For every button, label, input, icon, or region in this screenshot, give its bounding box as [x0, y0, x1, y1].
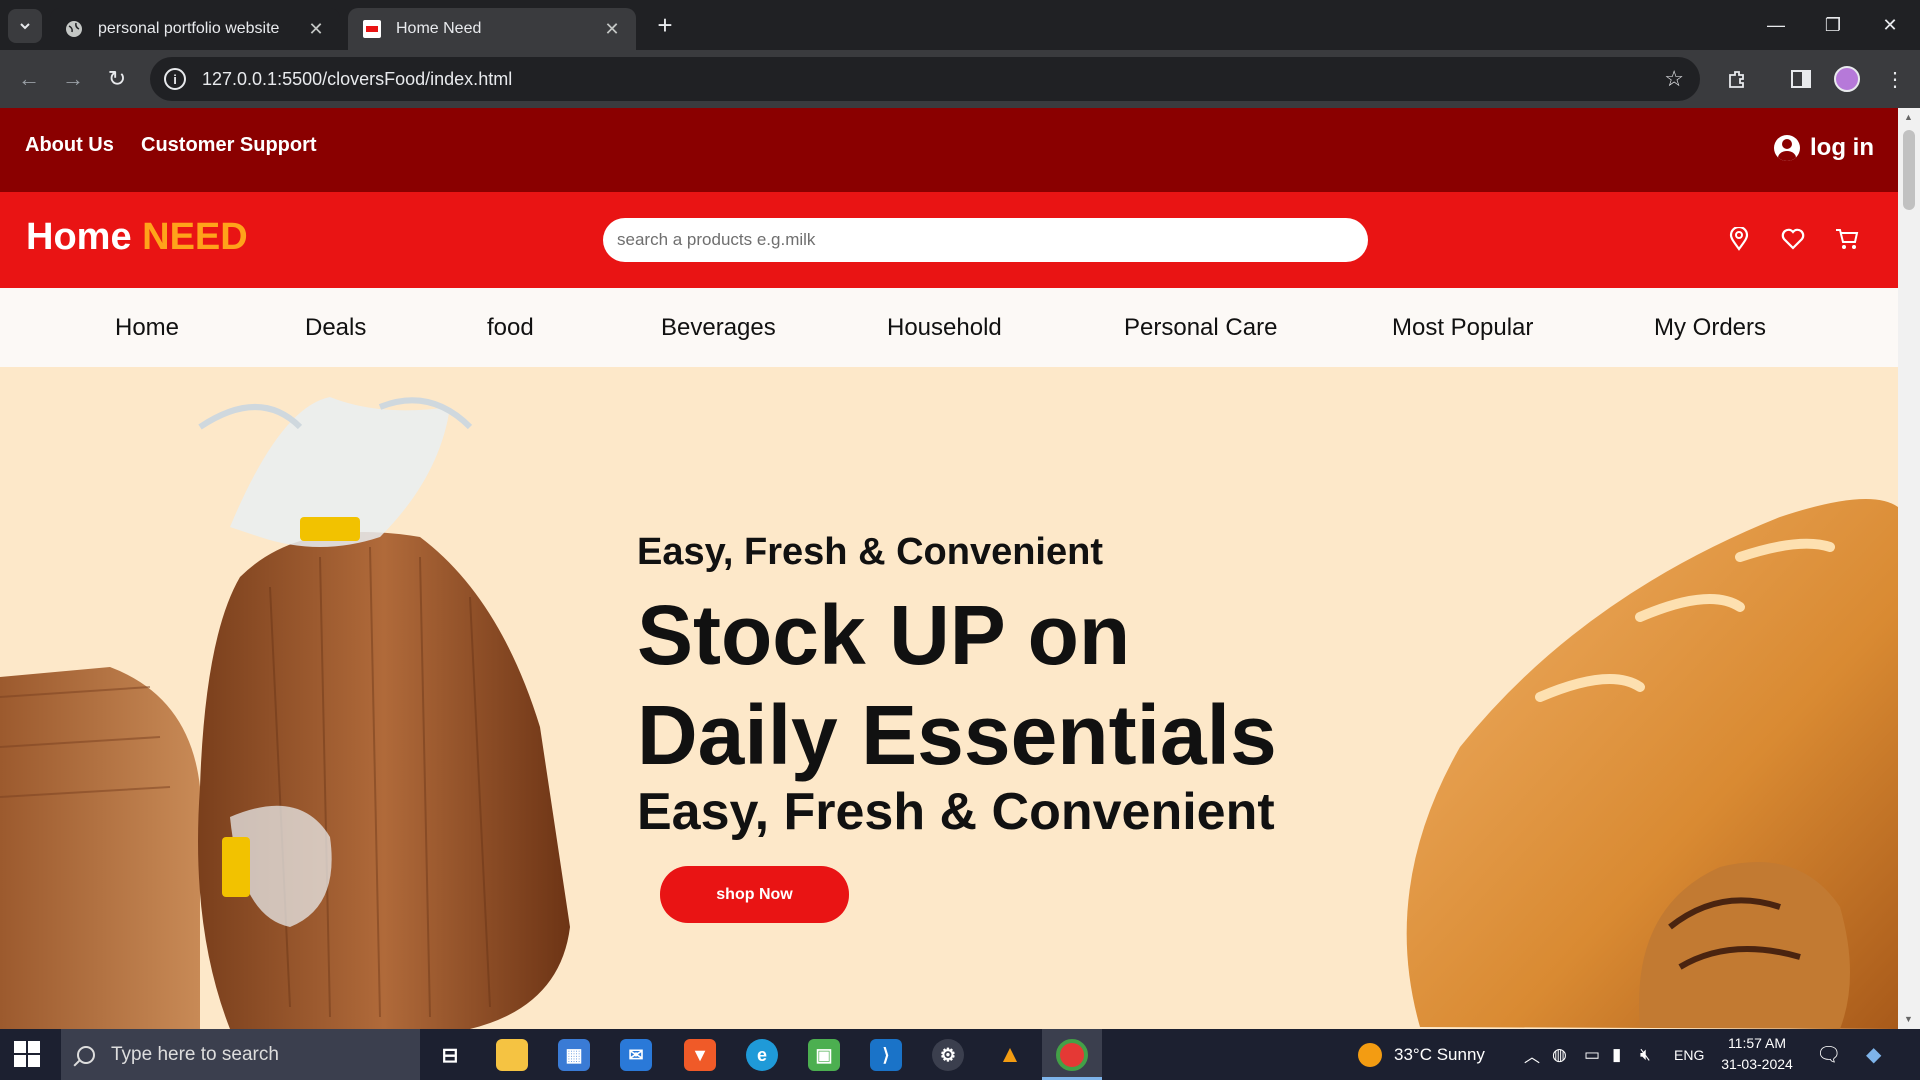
globe-icon — [64, 19, 84, 39]
copilot-icon[interactable]: ◆ — [1866, 1029, 1881, 1080]
extensions-icon[interactable] — [1722, 64, 1752, 94]
customer-support-link[interactable]: Customer Support — [141, 134, 317, 157]
baguette-image — [1406, 499, 1898, 1029]
battery-icon[interactable]: ▮ — [1612, 1029, 1621, 1080]
hero-subline: Easy, Fresh & Convenient — [637, 783, 1275, 841]
category-nav: Home Deals food Beverages Household Pers… — [0, 288, 1898, 367]
mail-icon[interactable]: ✉ — [620, 1039, 652, 1071]
address-bar[interactable]: i 127.0.0.1:5500/cloversFood/index.html … — [150, 57, 1700, 101]
language-indicator[interactable]: ENG — [1674, 1029, 1704, 1080]
tab-title: personal portfolio website — [98, 20, 280, 37]
back-arrow-icon[interactable]: ← — [14, 64, 44, 94]
vlc-icon[interactable]: ▲ — [994, 1039, 1026, 1071]
notifications-icon[interactable]: 🗨︎ — [1816, 1029, 1841, 1080]
search-icon — [77, 1045, 95, 1064]
edge-browser-icon[interactable]: e — [746, 1039, 778, 1071]
reload-icon[interactable]: ↻ — [102, 64, 132, 94]
site-favicon-icon — [362, 19, 382, 39]
hero-tagline: Easy, Fresh & Convenient — [637, 531, 1103, 573]
scrollbar-thumb[interactable] — [1903, 130, 1915, 210]
site-topbar: About Us Customer Support log in — [0, 108, 1898, 192]
window-close-icon[interactable]: ✕ — [1870, 10, 1910, 40]
hero-headline: Stock UP on Daily Essentials — [637, 585, 1277, 785]
login-label: log in — [1810, 134, 1874, 161]
tab-title: Home Need — [396, 20, 482, 37]
nav-item-beverages[interactable]: Beverages — [661, 314, 776, 342]
device-icon[interactable]: ▭ — [1584, 1029, 1600, 1080]
browser-tab-bar: personal portfolio website ✕ Home Need ✕… — [0, 0, 1920, 50]
nav-item-home[interactable]: Home — [115, 314, 179, 342]
tab-search-button[interactable] — [8, 9, 42, 43]
clock-date: 31-03-2024 — [1721, 1056, 1793, 1072]
heart-icon[interactable] — [1780, 226, 1806, 252]
weather-widget[interactable]: 33°C Sunny — [1358, 1029, 1485, 1080]
site-logo[interactable]: Home NEED — [26, 216, 248, 259]
nav-item-household[interactable]: Household — [887, 314, 1002, 342]
web-page: About Us Customer Support log in Home NE… — [0, 108, 1898, 1029]
user-circle-icon — [1774, 135, 1801, 161]
hero-banner: Easy, Fresh & Convenient Stock UP on Dai… — [0, 367, 1898, 1029]
new-tab-button[interactable]: + — [650, 10, 680, 40]
chevron-down-icon — [20, 23, 30, 30]
nav-item-deals[interactable]: Deals — [305, 314, 366, 342]
scroll-down-arrow-icon[interactable]: ▼ — [1904, 1014, 1913, 1024]
about-us-link[interactable]: About Us — [25, 134, 114, 157]
more-menu-icon[interactable]: ⋮ — [1880, 64, 1910, 94]
close-icon[interactable]: ✕ — [602, 19, 622, 40]
logo-home: Home — [26, 216, 132, 258]
close-icon[interactable]: ✕ — [306, 19, 326, 40]
brave-browser-icon[interactable]: ▼ — [684, 1039, 716, 1071]
site-header: Home NEED — [0, 192, 1898, 288]
clock-time: 11:57 AM — [1727, 1035, 1787, 1051]
nav-item-personal-care[interactable]: Personal Care — [1124, 314, 1277, 342]
minimize-icon[interactable]: — — [1756, 10, 1796, 40]
headline-line-1: Stock UP on — [637, 588, 1131, 682]
forward-arrow-icon[interactable]: → — [58, 64, 88, 94]
scroll-up-arrow-icon[interactable]: ▲ — [1904, 112, 1913, 122]
taskbar-search-box[interactable]: Type here to search — [61, 1029, 420, 1080]
chrome-icon[interactable] — [1056, 1039, 1088, 1071]
sun-icon — [1358, 1042, 1382, 1067]
show-hidden-icons-icon[interactable]: ︿ — [1524, 1029, 1540, 1080]
nav-item-food[interactable]: food — [487, 314, 534, 342]
taskbar-search-placeholder: Type here to search — [111, 1043, 279, 1065]
vscode-icon[interactable]: ⟩ — [870, 1039, 902, 1071]
bookmark-star-icon[interactable]: ☆ — [1664, 66, 1684, 92]
site-info-icon[interactable]: i — [164, 68, 186, 90]
windows-start-icon[interactable] — [14, 1041, 40, 1067]
side-panel-icon[interactable] — [1786, 64, 1816, 94]
logo-need: NEED — [142, 216, 248, 258]
nav-item-my-orders[interactable]: My Orders — [1654, 314, 1766, 342]
network-globe-icon[interactable]: ◍ — [1552, 1029, 1567, 1080]
browser-toolbar: ← → ↻ i 127.0.0.1:5500/cloversFood/index… — [0, 50, 1920, 108]
headline-line-2: Daily Essentials — [637, 688, 1277, 782]
bread-loaf-image — [0, 397, 570, 1029]
url-text[interactable]: 127.0.0.1:5500/cloversFood/index.html — [202, 69, 1664, 90]
chat-app-icon[interactable]: ▣ — [808, 1039, 840, 1071]
restore-icon[interactable]: ❐ — [1813, 10, 1853, 40]
shop-now-button[interactable]: shop Now — [660, 866, 849, 923]
windows-taskbar: Type here to search ⊟ ▦ ✉ ▼ e ▣ ⟩ ⚙ ▲ 33… — [0, 1029, 1920, 1080]
weather-text: 33°C Sunny — [1394, 1044, 1485, 1064]
login-button[interactable]: log in — [1774, 134, 1874, 162]
task-view-icon[interactable]: ⊟ — [434, 1039, 466, 1071]
profile-avatar[interactable] — [1834, 66, 1860, 92]
cart-icon[interactable] — [1834, 226, 1860, 252]
tab-portfolio[interactable]: personal portfolio website ✕ — [50, 8, 340, 50]
microsoft-store-icon[interactable]: ▦ — [558, 1039, 590, 1071]
settings-app-icon[interactable]: ⚙ — [932, 1039, 964, 1071]
product-search-input[interactable] — [603, 218, 1368, 262]
page-scrollbar[interactable]: ▲ ▼ — [1898, 108, 1920, 1029]
system-clock[interactable]: 11:57 AM 31-03-2024 — [1712, 1033, 1802, 1075]
location-pin-icon[interactable] — [1726, 226, 1752, 252]
tab-home-need[interactable]: Home Need ✕ — [348, 8, 636, 50]
speaker-muted-icon[interactable]: 🔇︎ — [1640, 1029, 1651, 1080]
nav-item-most-popular[interactable]: Most Popular — [1392, 314, 1533, 342]
file-explorer-icon[interactable] — [496, 1039, 528, 1071]
